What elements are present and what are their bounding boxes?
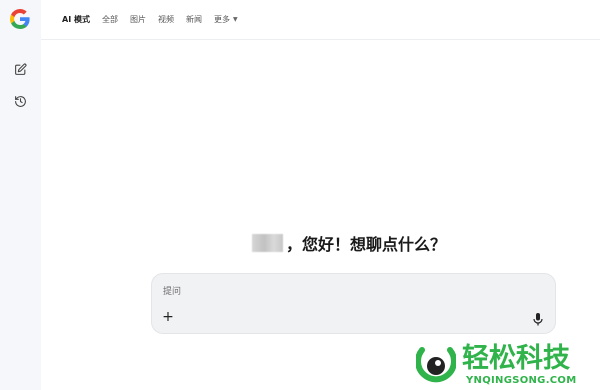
watermark-cn-text: 轻松科技 (462, 343, 570, 374)
app-window: AI 模式 全部 图片 视频 新闻 更多 ▼ ，您好！想聊点什么？ + (0, 0, 600, 390)
watermark-logo-icon (415, 346, 457, 386)
new-chat-edit-icon[interactable] (10, 59, 30, 79)
history-icon[interactable] (10, 91, 30, 111)
watermark-en-text: YNQINGSONG.COM (466, 375, 577, 386)
greeting-text: ，您好！想聊点什么？ (286, 235, 447, 254)
caret-down-icon: ▼ (232, 16, 238, 23)
sidebar (0, 0, 41, 390)
ask-composer: + (151, 273, 556, 334)
greeting: ，您好！想聊点什么？ (252, 231, 446, 255)
watermark: 轻松科技 YNQINGSONG.COM (414, 344, 600, 390)
blurred-username (252, 234, 283, 252)
tab-more[interactable]: 更多 ▼ (214, 14, 238, 25)
tab-images[interactable]: 图片 (130, 14, 146, 25)
mic-icon[interactable] (533, 311, 543, 326)
tab-more-label: 更多 (213, 15, 230, 24)
tab-all[interactable]: 全部 (102, 14, 118, 25)
tab-ai-mode[interactable]: AI 模式 (62, 14, 90, 25)
google-logo-icon[interactable] (8, 7, 32, 31)
tab-news[interactable]: 新闻 (186, 14, 202, 25)
ask-input[interactable] (163, 283, 533, 301)
top-nav: AI 模式 全部 图片 视频 新闻 更多 ▼ (41, 0, 600, 40)
add-attachment-button[interactable]: + (161, 310, 175, 324)
tab-videos[interactable]: 视频 (158, 14, 174, 25)
